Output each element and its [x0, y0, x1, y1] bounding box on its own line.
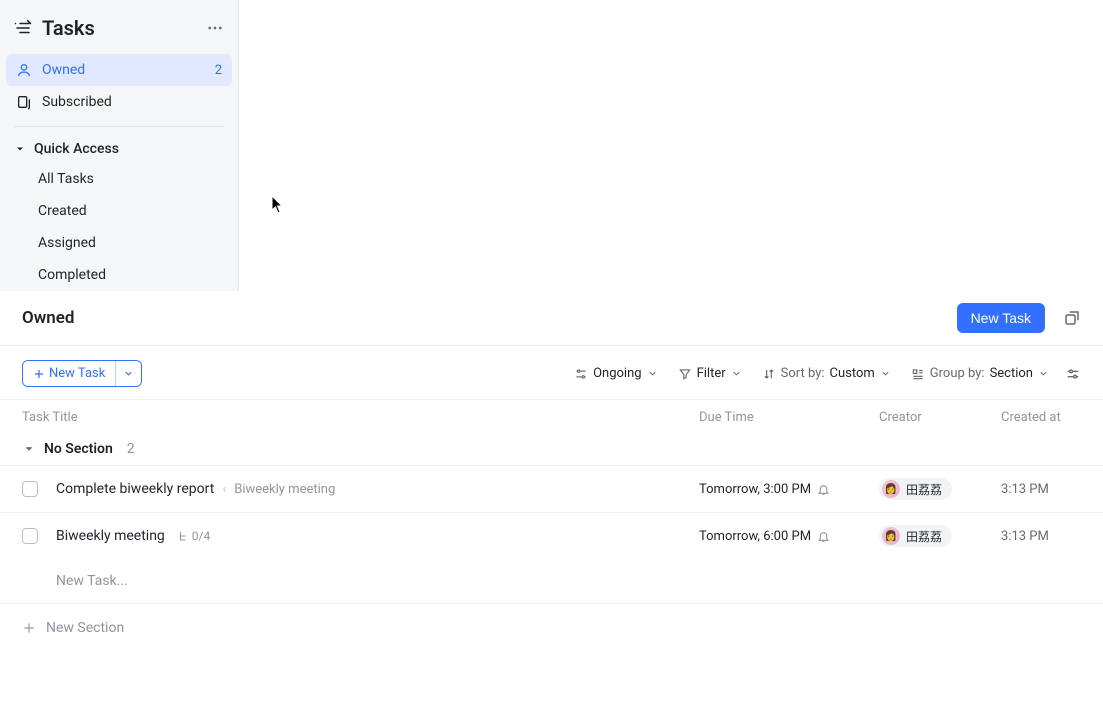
sidebar-header: Tasks	[0, 10, 238, 50]
task-due: Tomorrow, 3:00 PM	[699, 482, 811, 497]
chevron-down-icon	[22, 442, 36, 456]
subtask-count: 0/4	[192, 529, 210, 543]
new-task-dropdown-button[interactable]	[115, 361, 141, 386]
col-due: Due Time	[699, 410, 879, 425]
group-icon	[911, 367, 925, 381]
more-icon[interactable]	[206, 19, 224, 37]
ongoing-label: Ongoing	[593, 366, 641, 381]
subscribe-icon	[16, 94, 32, 110]
group-label: Group by:	[930, 366, 985, 381]
new-task-small-label: New Task	[49, 366, 105, 381]
sidebar-item-owned[interactable]: Owned 2	[6, 54, 232, 86]
chevron-down-icon	[14, 143, 26, 155]
sort-button[interactable]: Sort by: Custom	[758, 362, 895, 385]
group-value: Section	[990, 366, 1033, 381]
avatar: 👩	[882, 480, 900, 498]
task-checkbox[interactable]	[22, 481, 38, 497]
new-task-split-button: New Task	[22, 360, 142, 387]
plus-icon	[22, 621, 36, 635]
task-title: Biweekly meeting	[56, 528, 165, 544]
ongoing-icon	[574, 367, 588, 381]
task-created-at: 3:13 PM	[1001, 529, 1081, 544]
main-content: Owned New Task New Task Ongoing	[0, 291, 1103, 652]
filter-label: Filter	[697, 366, 726, 381]
tasks-app-icon	[14, 19, 32, 37]
group-button[interactable]: Group by: Section	[907, 362, 1053, 385]
chevron-down-icon	[880, 368, 891, 379]
new-task-button[interactable]: New Task	[957, 303, 1045, 333]
nav-divider	[14, 126, 224, 127]
sort-icon	[762, 367, 776, 381]
filter-icon	[678, 367, 692, 381]
qa-item-all-tasks[interactable]: All Tasks	[0, 163, 238, 195]
col-created-at: Created at	[1001, 410, 1081, 425]
open-external-icon[interactable]	[1063, 309, 1081, 327]
col-creator: Creator	[879, 410, 1001, 425]
sort-label: Sort by:	[781, 366, 825, 381]
view-settings-icon[interactable]	[1065, 366, 1081, 382]
sort-value: Custom	[830, 366, 875, 381]
creator-chip[interactable]: 👩 田荔荔	[879, 525, 952, 547]
qa-item-completed[interactable]: Completed	[0, 259, 238, 291]
qa-item-created[interactable]: Created	[0, 195, 238, 227]
column-header-row: Task Title Due Time Creator Created at	[0, 400, 1103, 431]
topbar: Owned New Task	[0, 291, 1103, 346]
filter-ongoing[interactable]: Ongoing	[570, 362, 661, 385]
task-row[interactable]: Biweekly meeting 0/4 Tomorrow, 6:00 PM 👩…	[0, 512, 1103, 559]
toolbar: New Task Ongoing Filter Sort b	[0, 346, 1103, 400]
sidebar: Tasks Owned 2 Subscribed Quick Access Al…	[0, 0, 239, 291]
new-task-input[interactable]: New Task...	[0, 559, 1103, 604]
chevron-down-icon	[1038, 368, 1049, 379]
col-title: Task Title	[22, 410, 699, 425]
task-title: Complete biweekly report	[56, 481, 214, 497]
plus-icon	[33, 368, 45, 380]
creator-chip[interactable]: 👩 田荔荔	[879, 478, 952, 500]
mouse-cursor	[271, 195, 285, 219]
chevron-down-icon	[647, 368, 658, 379]
section-header[interactable]: No Section 2	[0, 431, 1103, 465]
filter-button[interactable]: Filter	[674, 362, 746, 385]
task-due: Tomorrow, 6:00 PM	[699, 529, 811, 544]
page-title: Owned	[22, 308, 957, 328]
chevron-down-icon	[731, 368, 742, 379]
new-section-button[interactable]: New Section	[0, 604, 1103, 652]
new-section-label: New Section	[46, 620, 124, 636]
task-checkbox[interactable]	[22, 528, 38, 544]
creator-name: 田荔荔	[906, 528, 942, 545]
new-task-small-button[interactable]: New Task	[23, 361, 115, 386]
bell-icon	[817, 530, 830, 543]
section-name: No Section	[44, 441, 113, 457]
quick-access-header[interactable]: Quick Access	[0, 131, 238, 163]
qa-item-assigned[interactable]: Assigned	[0, 227, 238, 259]
sidebar-item-label: Subscribed	[42, 94, 222, 110]
section-count: 2	[127, 441, 135, 457]
avatar: 👩	[882, 527, 900, 545]
app-title: Tasks	[42, 16, 95, 40]
bell-icon	[817, 483, 830, 496]
subtask-count-chip: 0/4	[177, 529, 210, 543]
quick-access-label: Quick Access	[34, 141, 119, 157]
task-parent-label: Biweekly meeting	[234, 482, 335, 497]
sidebar-item-count: 2	[215, 63, 222, 78]
sidebar-item-label: Owned	[42, 62, 205, 78]
task-row[interactable]: Complete biweekly report ‹ Biweekly meet…	[0, 465, 1103, 512]
task-created-at: 3:13 PM	[1001, 482, 1081, 497]
creator-name: 田荔荔	[906, 481, 942, 498]
user-icon	[16, 62, 32, 78]
sidebar-item-subscribed[interactable]: Subscribed	[6, 86, 232, 118]
chevron-left-icon: ‹	[222, 482, 226, 497]
